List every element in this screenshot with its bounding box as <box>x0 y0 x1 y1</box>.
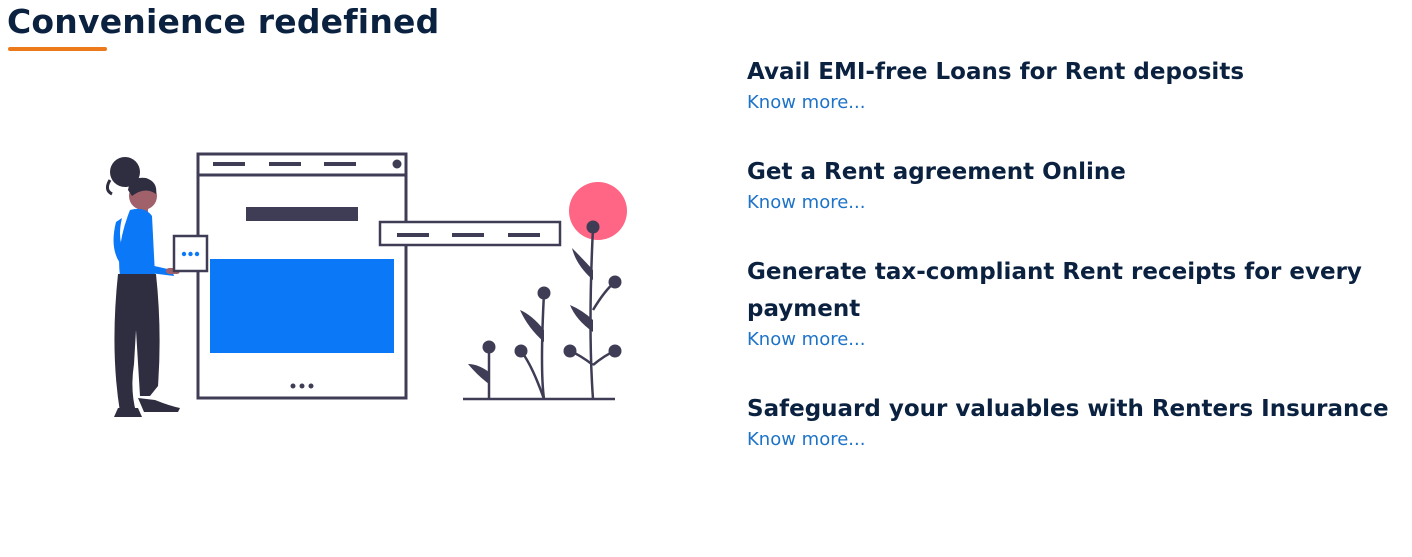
know-more-link[interactable]: Know more... <box>747 329 865 351</box>
know-more-link[interactable]: Know more... <box>747 92 865 114</box>
know-more-link[interactable]: Know more... <box>747 192 865 214</box>
section-title: Convenience redefined <box>7 2 440 41</box>
plants-graphic <box>463 227 616 401</box>
know-more-link[interactable]: Know more... <box>747 429 865 451</box>
floating-bar-graphic <box>378 220 562 247</box>
feature-title: Get a Rent agreement Online <box>747 159 1126 185</box>
feature-title: Safeguard your valuables with Renters In… <box>747 396 1389 422</box>
tablet-graphic <box>172 234 209 273</box>
feature-item-emi-loans: Avail EMI-free Loans for Rent deposits K… <box>747 54 1397 114</box>
feature-item-rent-receipts: Generate tax-compliant Rent receipts for… <box>747 254 1397 351</box>
feature-item-renters-insurance: Safeguard your valuables with Renters In… <box>747 391 1397 451</box>
title-underline <box>8 47 107 51</box>
feature-item-rent-agreement: Get a Rent agreement Online Know more... <box>747 154 1397 214</box>
feature-title: Avail EMI-free Loans for Rent deposits <box>747 59 1245 85</box>
browser-window-graphic <box>196 152 408 400</box>
feature-list: Avail EMI-free Loans for Rent deposits K… <box>747 54 1397 491</box>
person-graphic <box>105 157 180 417</box>
feature-title: Generate tax-compliant Rent receipts for… <box>747 259 1362 322</box>
renting-illustration <box>105 152 627 417</box>
flower-circle-graphic <box>569 182 627 240</box>
